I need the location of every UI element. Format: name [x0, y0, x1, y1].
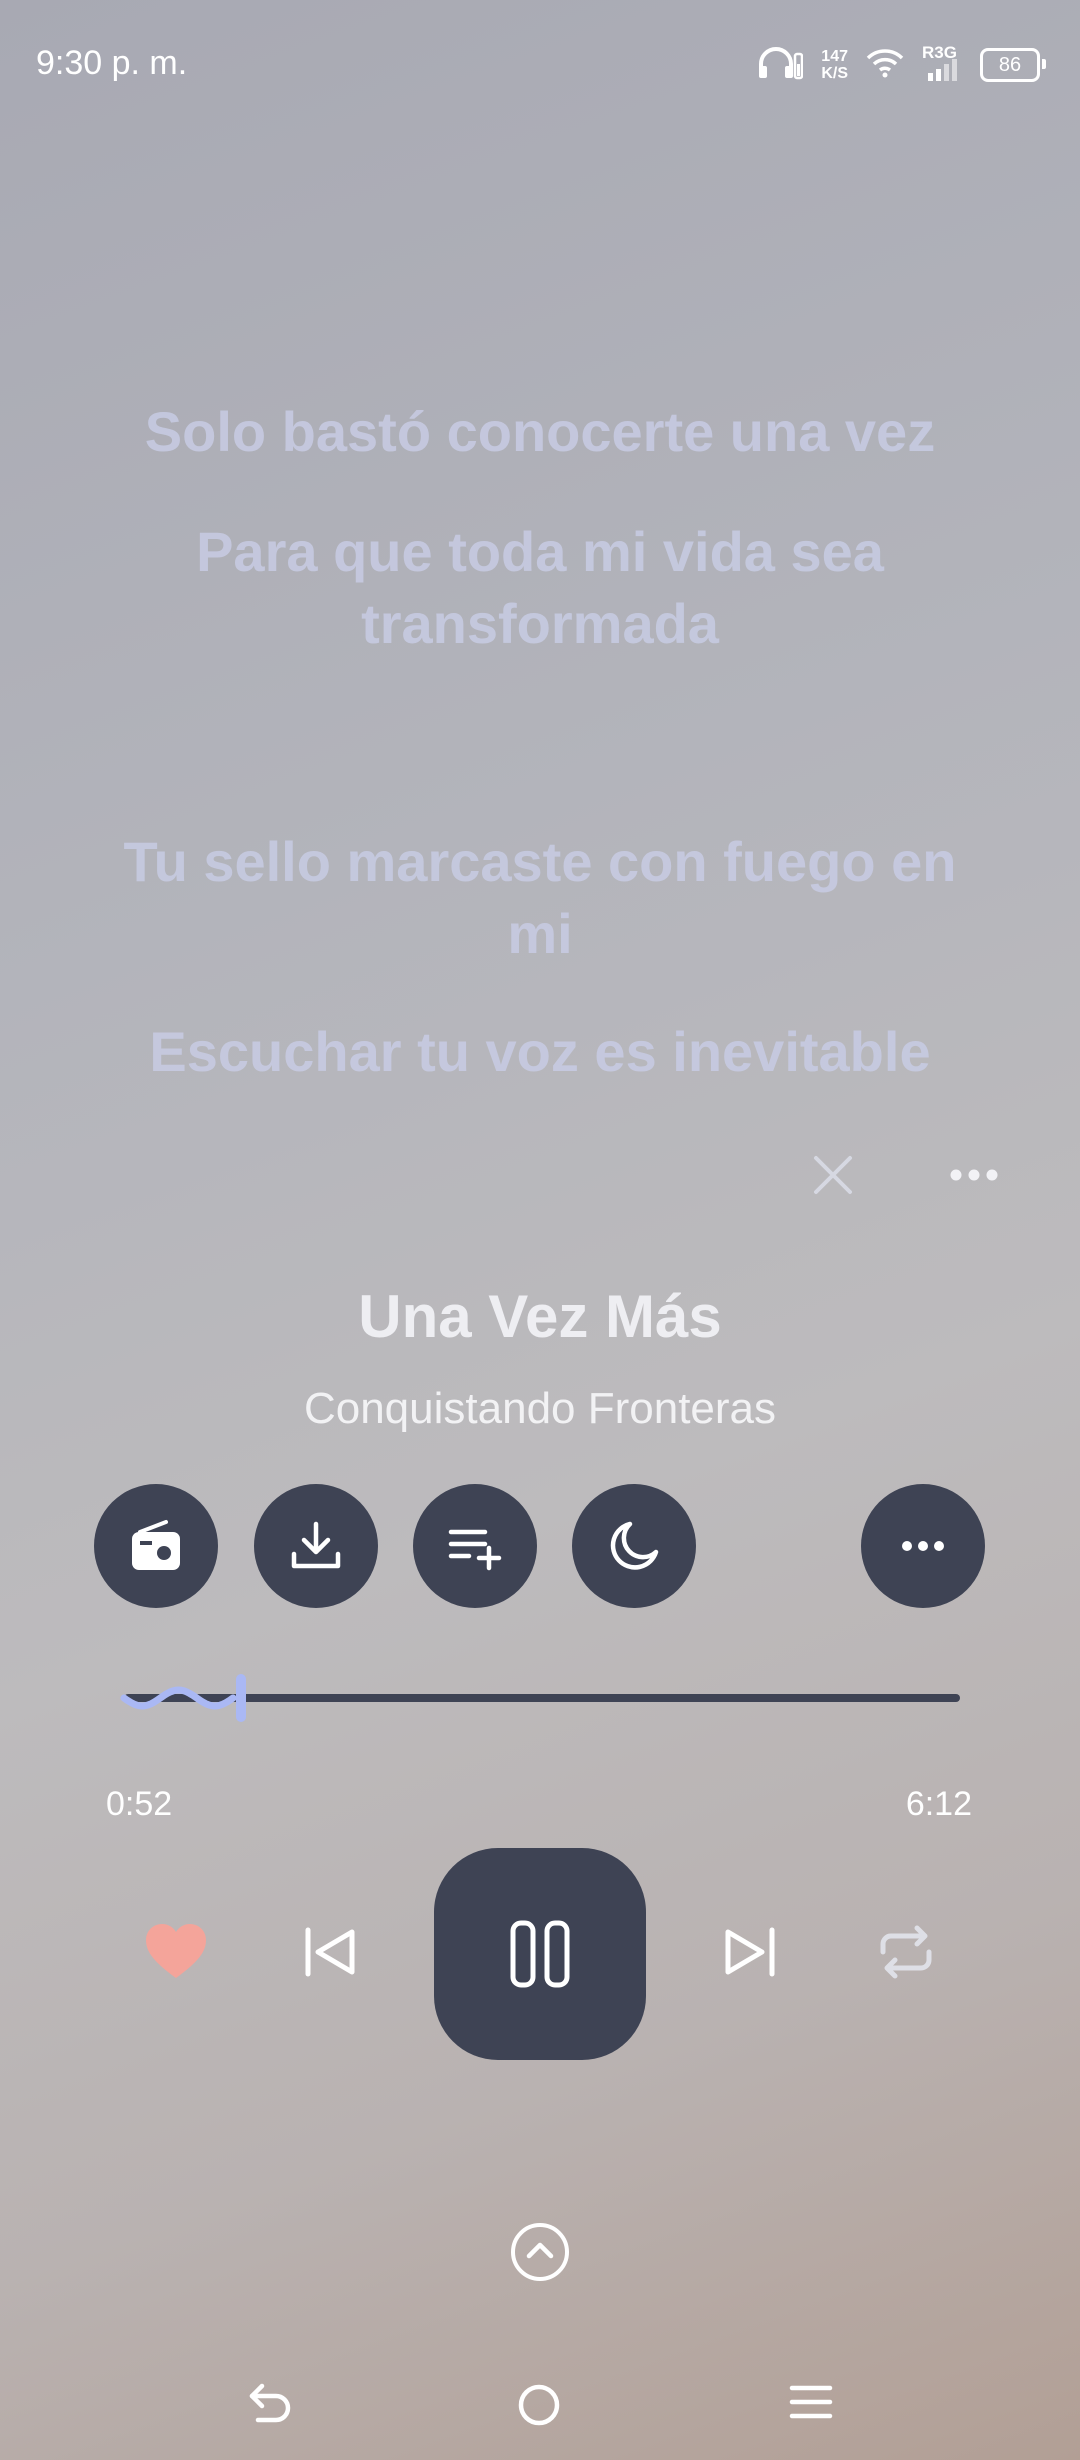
more-icon [902, 1541, 944, 1551]
net-speed: 147 K/S [821, 48, 848, 82]
song-artist[interactable]: Conquistando Fronteras [0, 1384, 1080, 1434]
status-icons: 147 K/S R3G 86 [757, 44, 1046, 86]
lyric-line[interactable]: Escuchar tu voz es inevitable [60, 1016, 1020, 1088]
add-to-playlist-button[interactable] [413, 1484, 537, 1608]
sleep-timer-icon [610, 1521, 659, 1570]
add-to-playlist-icon [448, 1529, 502, 1571]
play-pause-button[interactable] [434, 1848, 646, 2060]
signal-icon: R3G [922, 44, 962, 86]
close-lyrics-button[interactable] [808, 1150, 858, 1200]
song-title: Una Vez Más [358, 1283, 722, 1350]
skip-previous-icon [305, 1927, 355, 1977]
lyric-line[interactable]: Para que toda mi vida sea transformada [130, 516, 950, 660]
radio-icon [132, 1520, 180, 1570]
progress-thumb[interactable] [236, 1674, 247, 1722]
back-icon [249, 2383, 291, 2423]
repeat-button[interactable] [866, 1912, 946, 1992]
like-button[interactable] [136, 1912, 216, 1992]
radio-button[interactable] [94, 1484, 218, 1608]
pause-icon [510, 1920, 570, 1988]
chevron-up-circle-icon [511, 2223, 569, 2281]
next-button[interactable] [710, 1912, 790, 1992]
skip-next-icon [725, 1927, 775, 1977]
close-icon [814, 1156, 852, 1194]
wifi-icon [866, 48, 904, 83]
more-horizontal-icon [950, 1169, 998, 1181]
nav-menu-button[interactable] [786, 2378, 840, 2432]
previous-button[interactable] [290, 1912, 370, 1992]
more-options-button[interactable] [861, 1484, 985, 1608]
home-icon [518, 2384, 560, 2426]
nav-back-button[interactable] [244, 2378, 298, 2432]
lyrics-more-button[interactable] [946, 1150, 1002, 1200]
total-time: 6:12 [905, 1785, 972, 1823]
battery-icon: 86 [980, 48, 1046, 82]
repeat-icon [880, 1925, 932, 1979]
download-button[interactable] [254, 1484, 378, 1608]
sleep-timer-button[interactable] [572, 1484, 696, 1608]
lyric-line[interactable]: Tu sello marcaste con fuego en mi [90, 826, 990, 970]
status-time: 9:30 p. m. [36, 44, 188, 82]
lyric-line[interactable]: Solo bastó conocerte una vez [60, 396, 1020, 468]
heart-icon [146, 1924, 206, 1978]
menu-icon [789, 2385, 833, 2419]
download-icon [291, 1521, 341, 1569]
current-time: 0:52 [106, 1785, 173, 1823]
expand-queue-button[interactable] [508, 2220, 572, 2284]
headphones-icon [757, 46, 804, 85]
nav-home-button[interactable] [515, 2378, 569, 2432]
